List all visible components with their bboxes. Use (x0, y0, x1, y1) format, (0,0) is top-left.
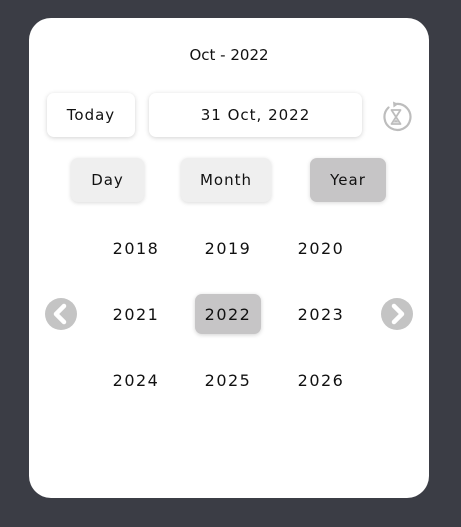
mode-year-button[interactable]: Year (310, 158, 386, 202)
chevron-right-icon[interactable] (381, 298, 413, 330)
today-button[interactable]: Today (47, 93, 135, 137)
mode-day-button[interactable]: Day (71, 158, 144, 202)
year-cell[interactable]: 2020 (288, 228, 354, 268)
year-cell[interactable]: 2018 (103, 228, 169, 268)
hourglass-reset-icon[interactable] (380, 101, 412, 133)
year-cell[interactable]: 2023 (288, 294, 354, 334)
mode-month-button[interactable]: Month (181, 158, 271, 202)
year-cell[interactable]: 2019 (195, 228, 261, 268)
selected-date-field[interactable]: 31 Oct, 2022 (149, 93, 362, 137)
year-cell[interactable]: 2021 (103, 294, 169, 334)
year-cell[interactable]: 2024 (103, 360, 169, 400)
chevron-left-icon[interactable] (45, 298, 77, 330)
year-cell[interactable]: 2025 (195, 360, 261, 400)
date-picker-card: Oct - 2022 Today 31 Oct, 2022 Day Month … (29, 18, 429, 498)
year-cell[interactable]: 2026 (288, 360, 354, 400)
year-cell-selected[interactable]: 2022 (195, 294, 261, 334)
calendar-title: Oct - 2022 (189, 46, 269, 64)
